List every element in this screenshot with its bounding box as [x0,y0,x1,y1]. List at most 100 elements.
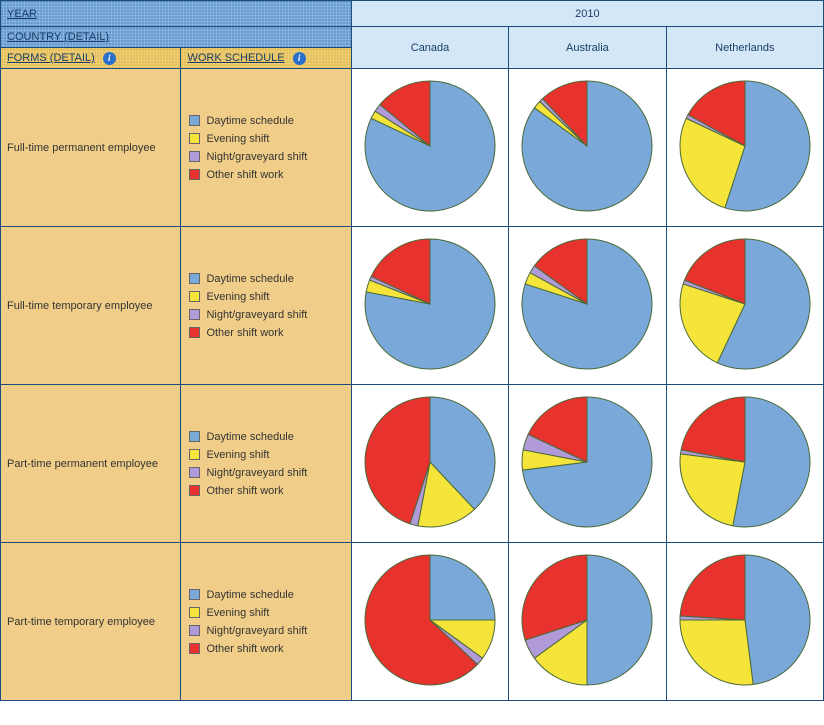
legend-item-evening: Evening shift [189,607,342,619]
legend-label: Other shift work [206,327,283,339]
legend-label: Night/graveyard shift [206,151,307,163]
pie-chart [675,76,815,216]
year-header-cell: YEAR [1,1,352,27]
legend-cell: Daytime schedule Evening shift Night/gra… [181,69,351,227]
pie-cell [351,227,508,385]
legend-item-evening: Evening shift [189,133,342,145]
pie-chart [675,234,815,374]
legend-label: Other shift work [206,643,283,655]
country-detail-link[interactable]: COUNTRY (DETAIL) [1,27,115,47]
legend-item-other: Other shift work [189,485,342,497]
legend-swatch [189,115,200,126]
form-label: Full-time temporary employee [7,300,153,312]
pie-chart [517,392,657,532]
country-detail-header-cell: COUNTRY (DETAIL) [1,27,352,48]
legend-item-night: Night/graveyard shift [189,467,342,479]
legend-cell: Daytime schedule Evening shift Night/gra… [181,227,351,385]
country-label: Netherlands [715,42,774,54]
country-canada-cell: Canada [351,27,508,69]
legend-swatch [189,607,200,618]
pie-chart [517,550,657,690]
country-netherlands-cell: Netherlands [666,27,823,69]
pie-cell [509,227,666,385]
pie-cell [351,543,508,701]
year-header-link[interactable]: YEAR [1,4,43,24]
legend-label: Evening shift [206,607,269,619]
legend-item-other: Other shift work [189,327,342,339]
legend-item-night: Night/graveyard shift [189,151,342,163]
legend-swatch [189,467,200,478]
pie-cell [666,227,823,385]
legend-label: Evening shift [206,291,269,303]
pie-cell [509,69,666,227]
legend-item-other: Other shift work [189,643,342,655]
legend-item-other: Other shift work [189,169,342,181]
form-label: Part-time permanent employee [7,458,158,470]
legend-cell: Daytime schedule Evening shift Night/gra… [181,543,351,701]
legend-item-evening: Evening shift [189,291,342,303]
pie-cell [666,543,823,701]
work-schedule-link[interactable]: WORK SCHEDULE [181,48,290,68]
legend-label: Daytime schedule [206,431,293,443]
pie-chart [360,76,500,216]
legend-label: Daytime schedule [206,115,293,127]
legend-label: Night/graveyard shift [206,309,307,321]
pie-cell [666,69,823,227]
year-value: 2010 [575,8,599,20]
pie-chart [675,392,815,532]
legend-swatch [189,273,200,284]
legend-item-daytime: Daytime schedule [189,115,342,127]
pie-cell [351,385,508,543]
legend-swatch [189,485,200,496]
legend-swatch [189,643,200,654]
legend-swatch [189,449,200,460]
legend-item-night: Night/graveyard shift [189,309,342,321]
pie-chart [517,234,657,374]
legend-label: Evening shift [206,449,269,461]
info-icon[interactable]: i [103,52,116,65]
legend-item-daytime: Daytime schedule [189,589,342,601]
form-label: Part-time temporary employee [7,616,155,628]
legend-label: Night/graveyard shift [206,625,307,637]
work-schedule-header-cell: WORK SCHEDULEi [181,48,351,69]
country-label: Australia [566,42,609,54]
legend-swatch [189,151,200,162]
legend-swatch [189,291,200,302]
legend-label: Other shift work [206,485,283,497]
country-australia-cell: Australia [509,27,666,69]
legend-swatch [189,589,200,600]
form-label-cell: Part-time permanent employee [1,385,181,543]
legend-cell: Daytime schedule Evening shift Night/gra… [181,385,351,543]
legend-label: Evening shift [206,133,269,145]
legend-item-evening: Evening shift [189,449,342,461]
pie-chart [675,550,815,690]
legend-item-night: Night/graveyard shift [189,625,342,637]
legend-swatch [189,625,200,636]
pie-cell [351,69,508,227]
pie-chart [360,392,500,532]
legend-item-daytime: Daytime schedule [189,431,342,443]
legend-label: Night/graveyard shift [206,467,307,479]
forms-detail-header-cell: FORMS (DETAIL)i [1,48,181,69]
pie-cell [509,385,666,543]
legend-swatch [189,431,200,442]
legend-item-daytime: Daytime schedule [189,273,342,285]
pie-chart [360,234,500,374]
form-label: Full-time permanent employee [7,142,156,154]
form-label-cell: Part-time temporary employee [1,543,181,701]
legend-swatch [189,309,200,320]
data-table: YEAR 2010 COUNTRY (DETAIL) Canada Austra… [0,0,824,701]
pie-cell [509,543,666,701]
legend-swatch [189,169,200,180]
pie-chart [360,550,500,690]
legend-label: Daytime schedule [206,273,293,285]
forms-detail-link[interactable]: FORMS (DETAIL) [1,48,101,68]
legend-swatch [189,133,200,144]
legend-label: Daytime schedule [206,589,293,601]
form-label-cell: Full-time permanent employee [1,69,181,227]
legend-swatch [189,327,200,338]
info-icon[interactable]: i [293,52,306,65]
form-label-cell: Full-time temporary employee [1,227,181,385]
year-value-cell: 2010 [351,1,823,27]
pie-cell [666,385,823,543]
